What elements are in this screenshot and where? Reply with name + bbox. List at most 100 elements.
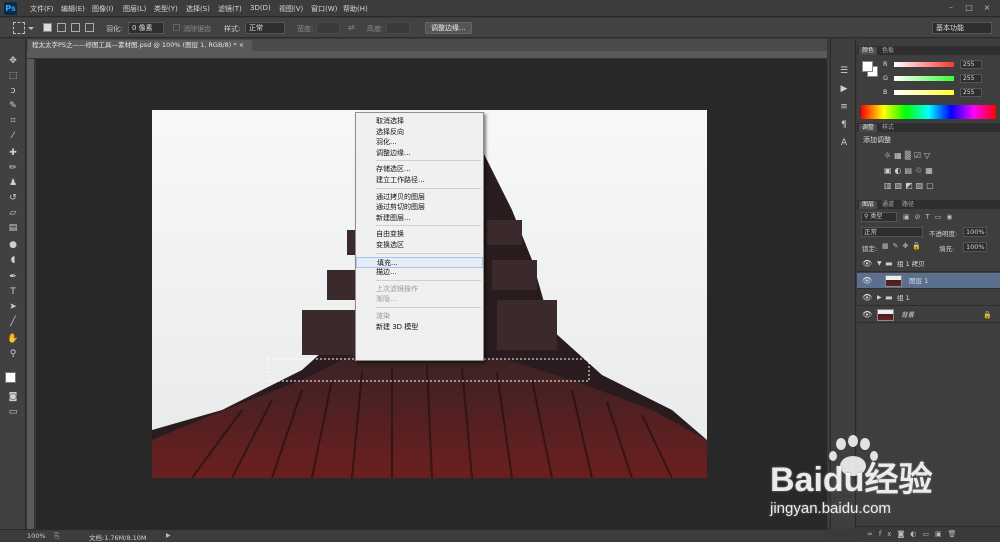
- pen-tool-icon[interactable]: ✒: [6, 271, 20, 284]
- zoom-tool-icon[interactable]: ⚲: [6, 348, 20, 361]
- context-menu-item[interactable]: 填充...: [356, 256, 483, 268]
- lock-icons[interactable]: ▦✎✥🔒: [882, 242, 932, 251]
- share-icon[interactable]: ⎘: [54, 532, 60, 541]
- eraser-tool-icon[interactable]: ▱: [6, 207, 20, 220]
- subtract-selection-icon[interactable]: [71, 23, 80, 32]
- tab-color[interactable]: 颜色: [859, 47, 878, 55]
- quick-mask-icon[interactable]: ◙: [6, 391, 20, 404]
- menu-help[interactable]: 帮助(H): [343, 4, 368, 14]
- properties-panel-icon[interactable]: ≡: [837, 101, 851, 114]
- menu-layer[interactable]: 图层(L): [123, 4, 146, 14]
- crop-tool-icon[interactable]: ⌗: [6, 115, 20, 128]
- character-panel-icon[interactable]: A: [837, 137, 851, 150]
- stamp-tool-icon[interactable]: ♟: [6, 177, 20, 190]
- context-menu-item[interactable]: 通过剪切的图层: [356, 202, 483, 213]
- tab-swatches[interactable]: 色板: [879, 47, 897, 55]
- healing-brush-icon[interactable]: ✚: [6, 147, 20, 160]
- width-input[interactable]: [316, 22, 340, 34]
- shape-tool-icon[interactable]: ╱: [6, 316, 20, 329]
- tab-channels[interactable]: 通道: [879, 201, 897, 209]
- layer-row[interactable]: 👁 背景 🔒: [857, 307, 1000, 323]
- actions-panel-icon[interactable]: ▶: [837, 83, 851, 96]
- chevron-down-icon[interactable]: [28, 27, 34, 30]
- context-menu-item[interactable]: 取消选择: [356, 116, 483, 127]
- new-selection-icon[interactable]: [43, 23, 52, 32]
- lasso-tool-icon[interactable]: ↄ: [6, 85, 20, 98]
- intersect-selection-icon[interactable]: [85, 23, 94, 32]
- move-tool-icon[interactable]: ✥: [6, 55, 20, 68]
- screen-mode-icon[interactable]: ▭: [6, 406, 20, 419]
- add-selection-icon[interactable]: [57, 23, 66, 32]
- layer-row[interactable]: 👁 ▼ ▬ 组 1 拷贝: [857, 256, 1000, 272]
- paragraph-panel-icon[interactable]: ¶: [837, 119, 851, 132]
- context-menu-item[interactable]: 通过拷贝的图层: [356, 192, 483, 203]
- menu-edit[interactable]: 编辑(E): [61, 4, 85, 14]
- visibility-eye-icon[interactable]: 👁: [862, 256, 872, 272]
- context-menu-item[interactable]: 建立工作路径...: [356, 175, 483, 186]
- channel-value-input[interactable]: 255: [960, 88, 982, 97]
- adjustment-icons-grid[interactable]: ☼▦▒☑▽ ▣◐▤♲▦ ▥▧◩▨▢: [884, 148, 984, 190]
- status-menu-arrow-icon[interactable]: ▶: [166, 532, 171, 539]
- style-select[interactable]: 正常: [245, 22, 285, 34]
- marquee-tool-icon[interactable]: ⬚: [6, 70, 20, 83]
- tab-adjustments[interactable]: 调整: [859, 124, 878, 132]
- collapsed-arrow-icon[interactable]: ▶: [877, 290, 882, 306]
- history-panel-icon[interactable]: ☰: [837, 65, 851, 78]
- gradient-tool-icon[interactable]: ▤: [6, 222, 20, 235]
- tab-close-icon[interactable]: ×: [239, 41, 244, 49]
- type-tool-icon[interactable]: T: [6, 286, 20, 299]
- path-select-tool-icon[interactable]: ➤: [6, 301, 20, 314]
- channel-slider[interactable]: [894, 76, 954, 81]
- antialias-checkbox[interactable]: [173, 24, 180, 31]
- tab-layers[interactable]: 图层: [859, 201, 878, 209]
- menu-select[interactable]: 选择(S): [186, 4, 210, 14]
- context-menu-item[interactable]: 存储选区...: [356, 164, 483, 175]
- context-menu-item[interactable]: 自由变换: [356, 229, 483, 240]
- feather-input[interactable]: 0 像素: [128, 22, 164, 34]
- maximize-icon[interactable]: □: [962, 2, 976, 13]
- layer-filter-select[interactable]: ⚲ 类型: [861, 212, 897, 222]
- swap-icon[interactable]: ⇄: [348, 23, 355, 32]
- tab-paths[interactable]: 路径: [899, 201, 917, 209]
- expanded-arrow-icon[interactable]: ▼: [877, 256, 882, 272]
- blur-tool-icon[interactable]: ●: [6, 239, 20, 252]
- menu-filter[interactable]: 滤镜(T): [218, 4, 242, 14]
- opacity-input[interactable]: 100%: [963, 227, 987, 237]
- zoom-level[interactable]: 100%: [27, 532, 46, 540]
- height-input[interactable]: [386, 22, 410, 34]
- marquee-tool-icon[interactable]: [13, 22, 25, 34]
- layer-row[interactable]: 👁 ▶ ▬ 组 1: [857, 290, 1000, 306]
- eyedropper-tool-icon[interactable]: ⁄: [6, 130, 20, 143]
- menu-view[interactable]: 视图(V): [279, 4, 303, 14]
- channel-slider[interactable]: [894, 62, 954, 67]
- context-menu-item[interactable]: 调整边缘...: [356, 148, 483, 159]
- channel-value-input[interactable]: 255: [960, 74, 982, 83]
- context-menu-item[interactable]: 选择反向: [356, 127, 483, 138]
- context-menu-item[interactable]: 描边...: [356, 267, 483, 278]
- layer-row[interactable]: 👁 图层 1: [857, 273, 1000, 289]
- channel-value-input[interactable]: 255: [960, 60, 982, 69]
- blend-mode-select[interactable]: 正常: [861, 227, 923, 237]
- tab-styles[interactable]: 样式: [879, 124, 897, 132]
- context-menu-item[interactable]: 新建图层...: [356, 213, 483, 224]
- document-tab[interactable]: 程太太字PS之——修图工具—素材图.psd @ 100% (图层 1, RGB/…: [28, 40, 252, 51]
- menu-file[interactable]: 文件(F): [30, 4, 54, 14]
- context-menu-item[interactable]: 羽化...: [356, 137, 483, 148]
- menu-3d[interactable]: 3D(D): [250, 4, 271, 12]
- quick-select-tool-icon[interactable]: ✎: [6, 100, 20, 113]
- visibility-eye-icon[interactable]: 👁: [862, 273, 872, 289]
- minimize-icon[interactable]: –: [944, 2, 958, 13]
- menu-type[interactable]: 类型(Y): [154, 4, 178, 14]
- workspace-select[interactable]: 基本功能: [932, 22, 992, 34]
- visibility-eye-icon[interactable]: 👁: [862, 307, 872, 323]
- color-spectrum-ramp[interactable]: [861, 105, 996, 119]
- close-icon[interactable]: ×: [980, 2, 994, 13]
- panel-foreground-swatch[interactable]: [862, 61, 873, 72]
- dodge-tool-icon[interactable]: ◖: [6, 254, 20, 267]
- history-brush-icon[interactable]: ↺: [6, 192, 20, 205]
- hand-tool-icon[interactable]: ✋: [6, 333, 20, 346]
- menu-image[interactable]: 图像(I): [92, 4, 114, 14]
- fill-input[interactable]: 100%: [963, 242, 987, 252]
- layer-filter-icons[interactable]: ▣⊘T▭◉: [903, 213, 995, 222]
- menu-window[interactable]: 窗口(W): [311, 4, 337, 14]
